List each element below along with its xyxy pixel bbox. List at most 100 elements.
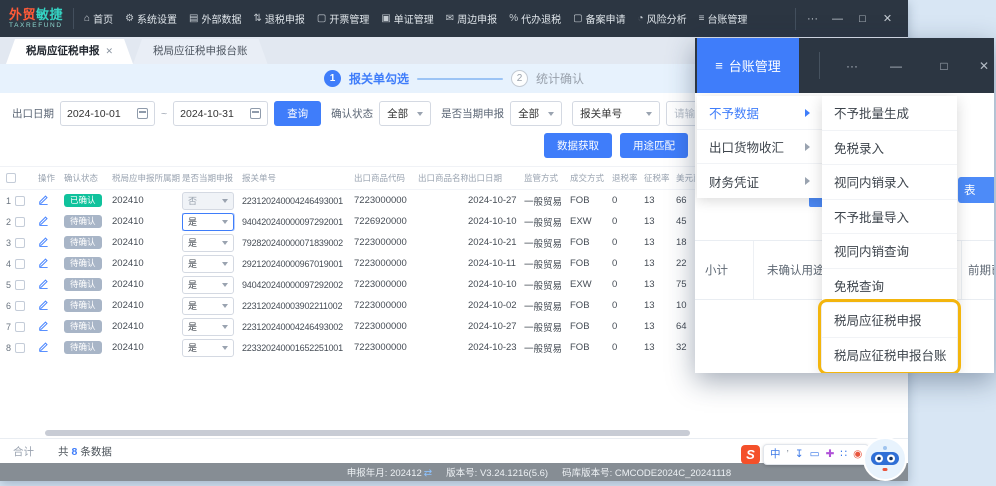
current-period-row-select[interactable]: 是 bbox=[182, 317, 234, 336]
confirm-status-label: 确认状态 bbox=[331, 108, 374, 120]
current-period-cell: 是 bbox=[182, 296, 242, 315]
refund-rate-cell: 0 bbox=[612, 195, 618, 206]
nav-item-label: 代办退税 bbox=[521, 15, 562, 26]
more-menu-button[interactable]: ··· bbox=[800, 13, 825, 25]
row-checkbox[interactable] bbox=[15, 321, 26, 332]
ime-toolbox-icon[interactable]: ✚ bbox=[826, 449, 835, 460]
row-checkbox[interactable] bbox=[15, 216, 26, 227]
edit-pencil-icon[interactable] bbox=[38, 299, 49, 313]
nav-item-peripheral-declare[interactable]: ✉ 周边申报 bbox=[440, 0, 503, 37]
row-checkbox[interactable] bbox=[15, 195, 26, 206]
submenu-item-6[interactable]: 税局应征税申报 bbox=[822, 303, 957, 338]
usage-match-button[interactable]: 用途匹配 bbox=[620, 133, 688, 158]
menu-item-0[interactable]: 不予数据 bbox=[697, 96, 822, 130]
row-index-cell: 5 bbox=[0, 279, 38, 290]
select-all-checkbox[interactable] bbox=[6, 173, 16, 183]
edit-pencil-icon[interactable] bbox=[38, 320, 49, 334]
assistant-robot-icon[interactable] bbox=[863, 437, 907, 481]
fetch-data-button[interactable]: 数据获取 bbox=[544, 133, 612, 158]
submenu-item-1[interactable]: 免税录入 bbox=[822, 131, 957, 165]
ime-emoji-icon[interactable]: ◉ bbox=[853, 449, 862, 460]
submenu-item-3[interactable]: 不予批量导入 bbox=[822, 200, 957, 234]
row-checkbox[interactable] bbox=[15, 279, 26, 290]
ledger-minimize-button[interactable]: — bbox=[885, 38, 907, 93]
edit-pencil-icon[interactable] bbox=[38, 257, 49, 271]
ledger-close-button[interactable]: ✕ bbox=[973, 38, 995, 93]
row-checkbox[interactable] bbox=[15, 258, 26, 269]
chevron-down-icon bbox=[222, 240, 228, 245]
nav-item-tax-refund-declare[interactable]: ⇅ 退税申报 bbox=[248, 0, 311, 37]
nav-item-invoice-mgmt[interactable]: ▢ 开票管理 bbox=[311, 0, 375, 37]
period-cell: 202410 bbox=[112, 237, 144, 248]
swap-icon[interactable]: ⇄ bbox=[424, 468, 432, 479]
ime-keyboard-icon[interactable]: ▭ bbox=[810, 449, 820, 460]
submenu-item-0[interactable]: 不予批量生成 bbox=[822, 96, 957, 131]
nav-item-agency-refund[interactable]: % 代办退税 bbox=[503, 0, 567, 37]
edit-pencil-icon[interactable] bbox=[38, 278, 49, 292]
menu-item-2[interactable]: 财务凭证 bbox=[697, 164, 822, 198]
export-date-cell: 2024-10-23 bbox=[468, 342, 517, 353]
current-period-row-select[interactable]: 是 bbox=[182, 275, 234, 294]
confirm-status-select[interactable]: 全部 bbox=[379, 101, 432, 126]
percent-icon: % bbox=[509, 13, 519, 24]
nav-item-external-data[interactable]: ▤ 外部数据 bbox=[183, 0, 247, 37]
row-index-cell: 7 bbox=[0, 321, 38, 332]
partial-report-button[interactable]: 表 bbox=[958, 177, 994, 203]
submenu-item-5[interactable]: 免税查询 bbox=[822, 269, 957, 303]
maximize-button[interactable]: □ bbox=[850, 13, 875, 25]
submenu-item-4[interactable]: 视同内销查询 bbox=[822, 234, 957, 269]
edit-pencil-icon[interactable] bbox=[38, 341, 49, 355]
current-period-row-select[interactable]: 否 bbox=[182, 191, 234, 210]
sogou-logo-icon[interactable]: S bbox=[741, 445, 760, 464]
submenu-item-7[interactable]: 税局应征税申报台账 bbox=[822, 338, 957, 373]
edit-pencil-icon[interactable] bbox=[38, 194, 49, 208]
edit-pencil-icon[interactable] bbox=[38, 236, 49, 250]
current-period-row-select[interactable]: 是 bbox=[182, 338, 234, 357]
ledger-more-button[interactable]: ··· bbox=[841, 38, 863, 93]
ime-mic-icon[interactable]: ↧ bbox=[795, 449, 804, 460]
scrollbar-thumb[interactable] bbox=[45, 430, 690, 436]
nav-item-ledger-mgmt[interactable]: ≡ 台账管理 bbox=[693, 0, 754, 37]
search-button[interactable]: 查询 bbox=[274, 101, 322, 126]
current-period-row-select[interactable]: 是 bbox=[182, 296, 234, 315]
close-button[interactable]: ✕ bbox=[875, 12, 900, 25]
submenu-item-2[interactable]: 视同内销录入 bbox=[822, 165, 957, 200]
declaration-no-cell: 223120240003902211002 bbox=[242, 300, 343, 311]
row-checkbox[interactable] bbox=[15, 300, 26, 311]
date-to-input[interactable]: 2024-10-31 bbox=[173, 101, 269, 126]
declare-period-status: 申报年月: 202412 ⇄ bbox=[347, 465, 432, 479]
calendar-icon[interactable] bbox=[250, 108, 262, 119]
terms-cell: FOB bbox=[570, 237, 590, 248]
tab-tax-bureau-ledger[interactable]: 税局应征税申报台账 bbox=[133, 39, 268, 64]
current-period-row-select[interactable]: 是 bbox=[182, 212, 234, 231]
nav-item-risk-analysis[interactable]: ◔ 风险分析 bbox=[632, 0, 693, 37]
ime-lang-icon[interactable]: 中 bbox=[770, 449, 781, 460]
row-index-cell: 8 bbox=[0, 342, 38, 353]
date-from-input[interactable]: 2024-10-01 bbox=[60, 101, 155, 126]
nav-item-system-settings[interactable]: ⚙ 系统设置 bbox=[119, 0, 183, 37]
current-period-row-select[interactable]: 是 bbox=[182, 233, 234, 252]
edit-pencil-icon[interactable] bbox=[38, 215, 49, 229]
current-period-select[interactable]: 全部 bbox=[510, 101, 563, 126]
row-checkbox[interactable] bbox=[15, 237, 26, 248]
mail-icon: ✉ bbox=[445, 13, 455, 24]
tab-close-icon[interactable]: ✕ bbox=[106, 46, 114, 56]
row-select-value: 是 bbox=[188, 301, 198, 311]
doc-type-select[interactable]: 报关单号 bbox=[572, 101, 661, 126]
ledger-nav-button[interactable]: ≡ 台账管理 bbox=[697, 38, 799, 93]
nav-item-filing-apply[interactable]: ▢ 备案申请 bbox=[567, 0, 631, 37]
menu-item-label: 出口货物收汇 bbox=[709, 141, 785, 155]
ime-grid-icon[interactable]: ∷ bbox=[840, 449, 847, 460]
minimize-button[interactable]: — bbox=[825, 13, 850, 25]
tab-tax-bureau-declare[interactable]: 税局应征税申报 ✕ bbox=[6, 39, 133, 64]
ledger-maximize-button[interactable]: □ bbox=[933, 38, 955, 93]
ime-punctuation-icon[interactable]: ’ bbox=[787, 449, 789, 460]
goods-code-cell: 7223000000 bbox=[354, 342, 407, 353]
calendar-icon[interactable] bbox=[137, 108, 148, 119]
row-checkbox[interactable] bbox=[15, 342, 26, 353]
nav-item-home[interactable]: ⌂ 首页 bbox=[78, 0, 119, 37]
menu-item-1[interactable]: 出口货物收汇 bbox=[697, 130, 822, 164]
nav-item-document-mgmt[interactable]: ▣ 单证管理 bbox=[375, 0, 439, 37]
current-period-row-select[interactable]: 是 bbox=[182, 254, 234, 273]
refund-rate-cell: 0 bbox=[612, 321, 618, 332]
